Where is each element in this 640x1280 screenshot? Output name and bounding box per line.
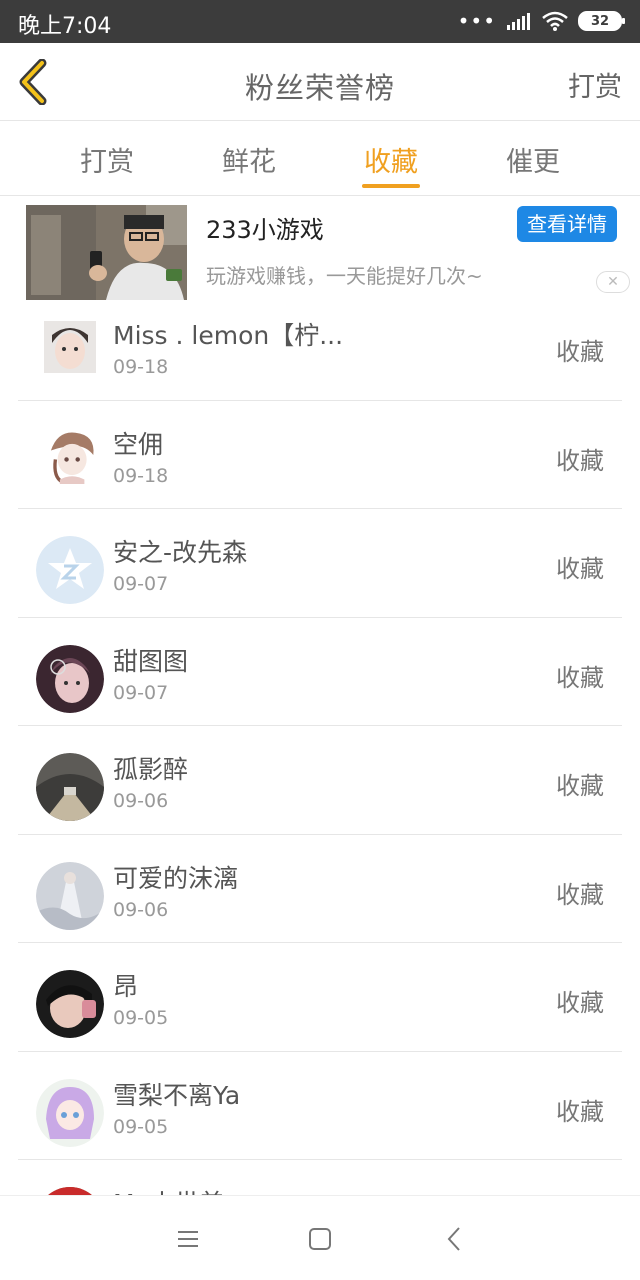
fan-name: 孤影醉: [113, 755, 189, 784]
tab-bar: 打赏 鲜花 收藏 催更: [0, 122, 640, 196]
wifi-icon: [542, 11, 568, 31]
status-bar: 晚上7:04 ••• 32: [0, 0, 640, 43]
fan-action-label: 收藏: [556, 663, 604, 692]
status-icons: ••• 32: [457, 9, 625, 33]
fan-action-label: 收藏: [556, 1097, 604, 1126]
avatar[interactable]: [36, 644, 104, 713]
fan-name: 甜图图: [113, 646, 189, 676]
ad-close-icon[interactable]: ✕: [596, 271, 630, 293]
avatar[interactable]: [36, 1187, 104, 1195]
home-icon[interactable]: [305, 1224, 335, 1254]
fan-action-label: 收藏: [556, 772, 604, 800]
fan-action-label: 收藏: [556, 880, 604, 909]
avatar[interactable]: [36, 1078, 104, 1147]
ad-title: 233小游戏: [206, 216, 324, 244]
avatar[interactable]: [42, 423, 100, 487]
list-item[interactable]: My小世美er: [0, 1160, 640, 1195]
signal-icon: [507, 13, 530, 30]
list-item[interactable]: 甜图图 09-07 收藏: [0, 618, 640, 726]
fan-date: 09-18: [113, 464, 169, 487]
fan-name: 昂: [113, 972, 139, 1001]
avatar[interactable]: [36, 753, 104, 821]
tab-urge-update[interactable]: 催更: [473, 140, 593, 179]
fan-action-label: 收藏: [556, 989, 604, 1017]
tab-flowers[interactable]: 鲜花: [189, 140, 309, 179]
fan-action-label: 收藏: [556, 338, 604, 366]
avatar[interactable]: [44, 321, 96, 373]
more-notifications-icon: •••: [457, 9, 496, 33]
reward-button[interactable]: 打赏: [568, 65, 622, 104]
page-header: 粉丝荣誉榜 打赏: [0, 43, 640, 121]
fan-name: 空佣: [113, 429, 164, 459]
system-nav-bar: [0, 1195, 640, 1280]
battery-level: 32: [590, 13, 610, 29]
back-icon[interactable]: [440, 1224, 470, 1254]
list-item[interactable]: Miss . lemon【柠... 09-18 收藏: [0, 292, 640, 401]
fan-date: 09-06: [113, 790, 169, 812]
battery-icon: 32: [578, 11, 625, 31]
tab-reward[interactable]: 打赏: [47, 140, 167, 179]
fan-action-label: 收藏: [556, 446, 604, 475]
page-title: 粉丝荣誉榜: [244, 71, 395, 105]
fan-action-label: 收藏: [556, 555, 604, 583]
fan-name: Miss . lemon【柠...: [113, 321, 344, 350]
fan-name: 可爱的沫漓: [113, 863, 239, 893]
ad-image[interactable]: [26, 205, 187, 300]
fan-date: 09-18: [113, 356, 169, 378]
list-item[interactable]: 安之-改先森 09-07 收藏: [0, 509, 640, 618]
fan-name: 安之-改先森: [113, 538, 248, 567]
list-item[interactable]: 昂 09-05 收藏: [0, 943, 640, 1052]
fan-date: 09-07: [113, 681, 169, 704]
ad-banner[interactable]: 233小游戏 玩游戏赚钱，一天能提好几次~ 查看详情 ✕: [0, 196, 640, 304]
avatar[interactable]: [36, 536, 104, 604]
fan-date: 09-05: [113, 1007, 169, 1029]
avatar[interactable]: [36, 970, 104, 1038]
avatar[interactable]: [36, 861, 104, 930]
fan-date: 09-07: [113, 573, 169, 595]
list-item[interactable]: 空佣 09-18 收藏: [0, 401, 640, 509]
fan-name: My小世美er: [113, 1184, 250, 1195]
active-tab-indicator: [362, 184, 420, 188]
fan-date: 09-06: [113, 898, 169, 921]
list-item[interactable]: 可爱的沫漓 09-06 收藏: [0, 835, 640, 943]
menu-icon[interactable]: [173, 1224, 203, 1254]
fan-list[interactable]: Miss . lemon【柠... 09-18 收藏 空佣 09-18 收藏 安…: [0, 292, 640, 1195]
ad-description: 玩游戏赚钱，一天能提好几次~: [206, 264, 483, 288]
list-item[interactable]: 孤影醉 09-06 收藏: [0, 726, 640, 835]
fan-name: 雪梨不离Ya: [113, 1080, 241, 1110]
list-item[interactable]: 雪梨不离Ya 09-05 收藏: [0, 1052, 640, 1160]
status-time: 晚上7:04: [18, 14, 112, 39]
tab-favorites[interactable]: 收藏: [331, 140, 451, 179]
fan-date: 09-05: [113, 1115, 169, 1138]
view-details-button[interactable]: 查看详情: [517, 206, 617, 242]
